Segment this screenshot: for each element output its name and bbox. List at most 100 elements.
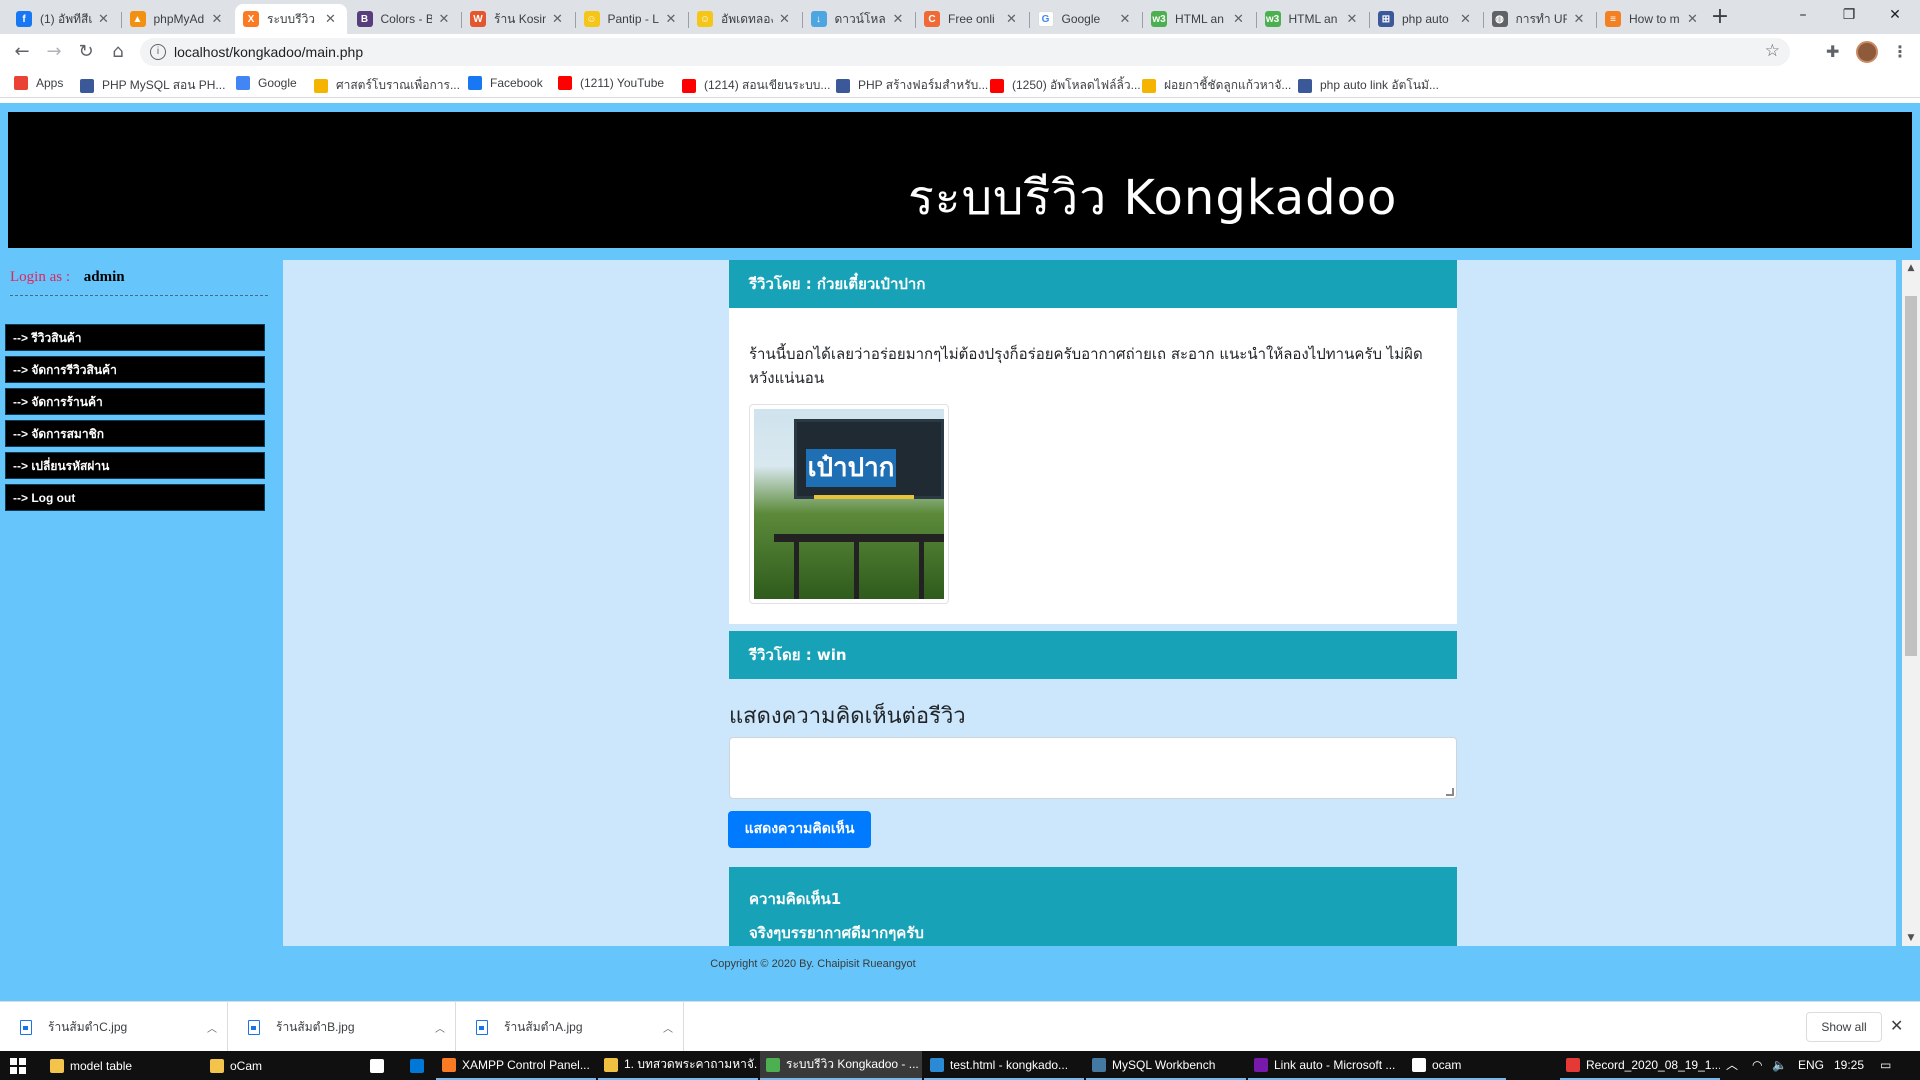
minimize-icon[interactable]: –	[1780, 0, 1826, 30]
browser-tab[interactable]: ◍ การทำ URL✕	[1484, 4, 1596, 34]
browser-tab[interactable]: W ร้าน Kosin ✕	[462, 4, 574, 34]
close-tab-icon[interactable]: ✕	[209, 12, 225, 27]
close-tab-icon[interactable]: ✕	[1004, 12, 1020, 27]
bookmark-item[interactable]: Facebook	[468, 76, 543, 90]
browser-tab[interactable]: w3 HTML an ✕	[1257, 4, 1369, 34]
close-tab-icon[interactable]: ✕	[323, 12, 339, 27]
close-tab-icon[interactable]: ✕	[1458, 12, 1474, 27]
close-tab-icon[interactable]: ✕	[890, 12, 906, 27]
comment-list: ความคิดเห็น1 จริงๆบรรยากาศดีมากๆครับ	[729, 867, 1457, 946]
clock[interactable]: 19:25	[1834, 1051, 1864, 1080]
menu-kebab-icon[interactable]: ⋮	[1892, 42, 1908, 61]
wifi-icon[interactable]: ◠	[1752, 1051, 1762, 1080]
chevron-up-icon[interactable]: ︿	[197, 1020, 227, 1035]
language-indicator[interactable]: ENG	[1798, 1051, 1824, 1080]
forward-arrow-icon[interactable]: →	[40, 38, 68, 66]
browser-tab[interactable]: ☺ Pantip - L ✕	[576, 4, 688, 34]
bookmark-item[interactable]: ศาสตร์โบราณเพื่อการ...	[314, 76, 460, 95]
menu-item-manage-members[interactable]: --> จัดการสมาชิก	[5, 420, 265, 447]
close-tab-icon[interactable]: ✕	[1117, 12, 1133, 27]
browser-tab[interactable]: w3 HTML an ✕	[1143, 4, 1255, 34]
show-all-downloads-button[interactable]: Show all	[1806, 1012, 1882, 1042]
browser-tab[interactable]: f (1) อัพทีสีเ ✕	[8, 4, 120, 34]
taskbar-item[interactable]: 1. บทสวดพระคาถามหาจั...	[598, 1051, 758, 1080]
browser-tab[interactable]: ▲ phpMyAd ✕	[122, 4, 234, 34]
bookmark-item[interactable]: PHP สร้างฟอร์มสำหรับ...	[836, 76, 988, 95]
bookmark-item[interactable]: ฝอยกาชี้ชัดลูกแก้วหาจั...	[1142, 76, 1291, 95]
volume-icon[interactable]: 🔈	[1772, 1051, 1787, 1080]
taskbar-item[interactable]: test.html - kongkado...	[924, 1051, 1084, 1080]
address-url[interactable]: localhost/kongkadoo/main.php	[174, 44, 363, 60]
menu-item-manage-shops[interactable]: --> จัดการร้านค้า	[5, 388, 265, 415]
chevron-up-icon[interactable]: ︿	[425, 1020, 455, 1035]
bookmark-item[interactable]: PHP MySQL สอน PH...	[80, 76, 225, 95]
browser-tab[interactable]: C Free onli ✕	[916, 4, 1028, 34]
close-tab-icon[interactable]: ✕	[1685, 12, 1701, 27]
tab-separator	[574, 12, 576, 28]
home-icon[interactable]: ⌂	[104, 38, 132, 66]
address-bar[interactable]: i localhost/kongkadoo/main.php ☆	[140, 38, 1790, 66]
taskbar-item[interactable]	[404, 1051, 434, 1080]
taskbar-item[interactable]: Link auto - Microsoft ...	[1248, 1051, 1408, 1080]
taskbar-item[interactable]: model table	[44, 1051, 204, 1080]
browser-tab[interactable]: B Colors - B ✕	[349, 4, 461, 34]
new-tab-plus-icon[interactable]: +	[1706, 4, 1734, 32]
bookmark-item[interactable]: php auto link อัตโนมั...	[1298, 76, 1439, 95]
menu-item-change-password[interactable]: --> เปลี่ยนรหัสผ่าน	[5, 452, 265, 479]
review-photo[interactable]: เป๋าปาก	[749, 404, 949, 604]
submit-comment-button[interactable]: แสดงความคิดเห็น	[728, 811, 871, 848]
reload-icon[interactable]: ↻	[72, 38, 100, 66]
scroll-down-icon[interactable]: ▼	[1902, 930, 1920, 946]
close-tab-icon[interactable]: ✕	[777, 12, 793, 27]
taskbar-item[interactable]: oCam	[204, 1051, 324, 1080]
extensions-puzzle-icon[interactable]: ✚	[1826, 42, 1839, 61]
notification-icon[interactable]: ▭	[1880, 1051, 1891, 1080]
bookmark-star-icon[interactable]: ☆	[1765, 41, 1780, 61]
back-arrow-icon[interactable]: ←	[8, 38, 36, 66]
bookmark-item[interactable]: Google	[236, 76, 297, 90]
menu-item-logout[interactable]: --> Log out	[5, 484, 265, 511]
close-tab-icon[interactable]: ✕	[1571, 12, 1587, 27]
resize-grip-icon[interactable]	[1446, 788, 1454, 796]
download-item[interactable]: ร้านส้มตำC.jpg ︿	[0, 1002, 228, 1052]
menu-item-manage-reviews[interactable]: --> จัดการรีวิวสินค้า	[5, 356, 265, 383]
taskbar-item[interactable]	[364, 1051, 394, 1080]
close-tab-icon[interactable]: ✕	[1231, 12, 1247, 27]
profile-avatar[interactable]	[1856, 41, 1878, 63]
browser-tab[interactable]: ☺ อัพเดทลอง ✕	[689, 4, 801, 34]
menu-item-review-products[interactable]: --> รีวิวสินค้า	[5, 324, 265, 351]
taskbar-item[interactable]: MySQL Workbench	[1086, 1051, 1246, 1080]
close-icon[interactable]: ✕	[1890, 1016, 1903, 1035]
close-tab-icon[interactable]: ✕	[1344, 12, 1360, 27]
site-info-icon[interactable]: i	[150, 44, 166, 60]
browser-tab[interactable]: G Google ✕	[1030, 4, 1142, 34]
download-item[interactable]: ร้านส้มตำA.jpg ︿	[456, 1002, 684, 1052]
page-scrollbar[interactable]: ▲ ▼	[1902, 260, 1920, 946]
window-close-icon[interactable]: ✕	[1872, 0, 1918, 30]
taskbar-item[interactable]: ocam	[1406, 1051, 1506, 1080]
taskbar-item[interactable]: XAMPP Control Panel...	[436, 1051, 596, 1080]
bookmark-item[interactable]: (1250) อัพโหลดไฟล์ลิ้ว...	[990, 76, 1141, 95]
taskbar-item[interactable]: Record_2020_08_19_1...	[1560, 1051, 1720, 1080]
close-tab-icon[interactable]: ✕	[550, 12, 566, 27]
browser-tab[interactable]: X ระบบรีวิว K ✕	[235, 4, 347, 34]
bookmark-item[interactable]: Apps	[14, 76, 63, 90]
taskbar-item[interactable]: ระบบรีวิว Kongkadoo - ...	[760, 1051, 922, 1080]
site-title: ระบบรีวิว Kongkadoo	[908, 170, 1398, 226]
scroll-up-icon[interactable]: ▲	[1902, 260, 1920, 276]
chevron-up-icon[interactable]: ︿	[653, 1020, 683, 1035]
comment-textarea[interactable]	[729, 737, 1457, 799]
scroll-thumb[interactable]	[1905, 296, 1917, 656]
browser-tab[interactable]: ⊞ php auto ✕	[1370, 4, 1482, 34]
windows-start-icon[interactable]	[10, 1058, 26, 1074]
close-tab-icon[interactable]: ✕	[96, 12, 112, 27]
browser-tab[interactable]: ≡ How to m ✕	[1597, 4, 1709, 34]
chevron-up-icon[interactable]: ︿	[1726, 1051, 1738, 1080]
download-item[interactable]: ร้านส้มตำB.jpg ︿	[228, 1002, 456, 1052]
bookmark-item[interactable]: (1211) YouTube	[558, 76, 664, 90]
restore-icon[interactable]: ❐	[1826, 0, 1872, 30]
close-tab-icon[interactable]: ✕	[436, 12, 452, 27]
close-tab-icon[interactable]: ✕	[663, 12, 679, 27]
browser-tab[interactable]: ↓ ดาวน์โหลด✕	[803, 4, 915, 34]
bookmark-item[interactable]: (1214) สอนเขียนระบบ...	[682, 76, 830, 95]
